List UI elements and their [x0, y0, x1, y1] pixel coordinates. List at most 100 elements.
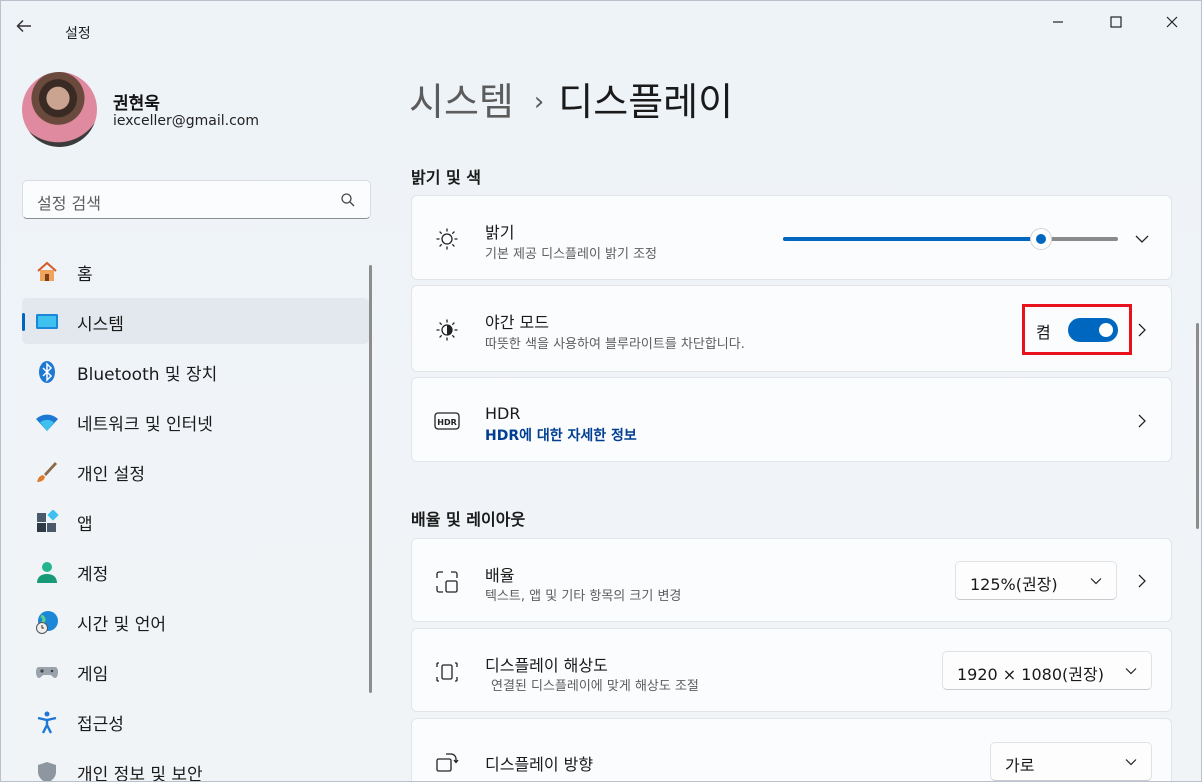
scale-dropdown-value: 125%(권장) [970, 575, 1058, 594]
minimize-button[interactable] [1035, 7, 1081, 37]
orientation-dropdown-value: 가로 [1005, 756, 1035, 775]
chevron-down-icon[interactable] [1135, 232, 1149, 246]
main-scrollbar[interactable] [1196, 323, 1199, 529]
sidebar-item-label: Bluetooth 및 장치 [77, 365, 218, 385]
night-light-toggle[interactable] [1068, 318, 1118, 342]
scale-subtitle: 텍스트, 앱 및 기타 항목의 크기 변경 [485, 589, 682, 604]
user-name: 권현욱 [113, 94, 160, 114]
app-title: 설정 [65, 26, 91, 42]
night-light-title: 야간 모드 [485, 313, 549, 332]
page-title: 디스플레이 [558, 80, 734, 124]
orientation-title: 디스플레이 방향 [485, 755, 594, 774]
chevron-down-icon [1125, 668, 1137, 675]
chevron-right-icon[interactable] [1135, 414, 1149, 428]
scale-dropdown[interactable]: 125%(권장) [955, 561, 1117, 600]
sidebar-item-label: 개인 설정 [77, 465, 145, 485]
back-arrow-icon [16, 19, 31, 33]
close-icon [1166, 16, 1178, 28]
resolution-title: 디스플레이 해상도 [485, 656, 608, 675]
breadcrumb-separator: › [533, 87, 545, 117]
brush-icon [34, 459, 60, 485]
section-title-scale-layout: 배율 및 레이아웃 [411, 510, 526, 529]
sidebar-item-personalization[interactable]: 개인 설정 [22, 448, 369, 494]
resolution-card[interactable]: 디스플레이 해상도 연결된 디스플레이에 맞게 해상도 조절 1920 × 10… [411, 628, 1172, 712]
brightness-slider-thumb[interactable] [1029, 228, 1052, 250]
sidebar-item-label: 계정 [77, 565, 109, 585]
sidebar-item-label: 홈 [77, 265, 93, 285]
orientation-icon [434, 749, 460, 775]
brightness-slider-fill [783, 237, 1041, 241]
accessibility-icon [34, 709, 60, 735]
account-icon [34, 559, 60, 585]
chevron-right-icon[interactable] [1135, 574, 1149, 588]
back-button[interactable] [15, 17, 47, 49]
sidebar-item-privacy[interactable]: 개인 정보 및 보안 [22, 748, 369, 782]
settings-window: 설정 권현욱 iexceller@gmail.com 설정 검색 홈 시스템 B… [0, 0, 1202, 782]
bluetooth-icon [34, 359, 60, 385]
title-bar: 설정 [1, 1, 1201, 45]
minimize-icon [1053, 21, 1063, 23]
hdr-title: HDR [485, 404, 521, 423]
orientation-dropdown[interactable]: 가로 [990, 742, 1152, 781]
sidebar-item-time-language[interactable]: 시간 및 언어 [22, 598, 369, 644]
night-light-card[interactable]: 야간 모드 따뜻한 색을 사용하여 블루라이트를 차단합니다. 켬 [411, 285, 1172, 372]
system-icon [34, 309, 60, 335]
sidebar-item-label: 네트워크 및 인터넷 [77, 415, 213, 435]
sidebar-item-home[interactable]: 홈 [22, 248, 369, 294]
sidebar-item-gaming[interactable]: 게임 [22, 648, 369, 694]
apps-icon [34, 509, 60, 535]
svg-text:HDR: HDR [437, 418, 457, 427]
sidebar-item-apps[interactable]: 앱 [22, 498, 369, 544]
brightness-card[interactable]: 밝기 기본 제공 디스플레이 밝기 조정 [411, 195, 1172, 280]
search-placeholder: 설정 검색 [37, 194, 101, 213]
hdr-card[interactable]: HDR HDR HDR에 대한 자세한 정보 [411, 377, 1172, 462]
resolution-dropdown[interactable]: 1920 × 1080(권장) [942, 651, 1152, 690]
breadcrumb: 시스템 › 디스플레이 [409, 71, 733, 126]
night-light-state-label: 켬 [1036, 323, 1051, 342]
scale-title: 배율 [485, 566, 515, 585]
sidebar-item-accessibility[interactable]: 접근성 [22, 698, 369, 744]
avatar[interactable] [22, 72, 97, 147]
sidebar-scrollbar[interactable] [369, 265, 372, 693]
maximize-icon [1110, 16, 1122, 28]
sidebar-item-label: 접근성 [77, 715, 124, 735]
brightness-subtitle: 기본 제공 디스플레이 밝기 조정 [485, 247, 658, 262]
wifi-icon [34, 409, 60, 435]
maximize-button[interactable] [1093, 7, 1139, 37]
sidebar-item-network[interactable]: 네트워크 및 인터넷 [22, 398, 369, 444]
brightness-slider[interactable] [783, 228, 1118, 250]
night-light-subtitle: 따뜻한 색을 사용하여 블루라이트를 차단합니다. [485, 337, 745, 352]
hdr-info-link[interactable]: HDR에 대한 자세한 정보 [485, 425, 637, 445]
sidebar-item-system[interactable]: 시스템 [22, 298, 369, 344]
scale-card[interactable]: 배율 텍스트, 앱 및 기타 항목의 크기 변경 125%(권장) [411, 538, 1172, 622]
close-button[interactable] [1149, 7, 1195, 37]
search-input[interactable]: 설정 검색 [22, 180, 371, 219]
gamepad-icon [34, 659, 60, 685]
globe-clock-icon [34, 609, 60, 635]
sidebar-item-bluetooth[interactable]: Bluetooth 및 장치 [22, 348, 369, 394]
sidebar-item-label: 시스템 [77, 315, 124, 335]
resolution-dropdown-value: 1920 × 1080(권장) [957, 665, 1104, 684]
section-title-brightness-color: 밝기 및 색 [411, 168, 482, 187]
night-light-icon [434, 317, 460, 343]
search-icon [341, 193, 355, 207]
sidebar-item-accounts[interactable]: 계정 [22, 548, 369, 594]
scale-icon [434, 569, 460, 595]
sidebar-item-label: 개인 정보 및 보안 [77, 765, 203, 782]
breadcrumb-parent[interactable]: 시스템 [409, 80, 514, 124]
orientation-card[interactable]: 디스플레이 방향 가로 [411, 718, 1172, 781]
shield-icon [34, 759, 60, 781]
chevron-down-icon [1125, 759, 1137, 766]
hdr-icon: HDR [434, 408, 460, 434]
sidebar-item-label: 앱 [77, 515, 93, 535]
sidebar-item-label: 시간 및 언어 [77, 615, 167, 635]
brightness-title: 밝기 [485, 223, 515, 242]
brightness-icon [434, 226, 460, 252]
sidebar-item-label: 게임 [77, 665, 109, 685]
home-icon [34, 259, 60, 285]
user-email: iexceller@gmail.com [113, 113, 259, 129]
chevron-right-icon[interactable] [1135, 323, 1149, 337]
resolution-subtitle: 연결된 디스플레이에 맞게 해상도 조절 [491, 679, 699, 694]
chevron-down-icon [1090, 578, 1102, 585]
resolution-icon [434, 659, 460, 685]
